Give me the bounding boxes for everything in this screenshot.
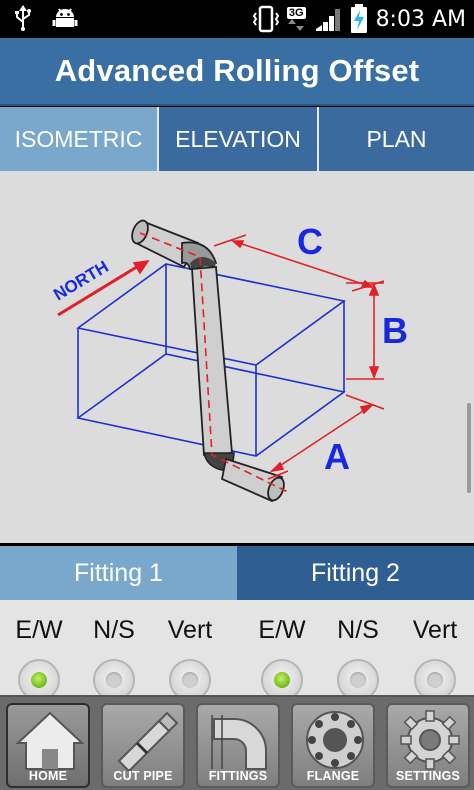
- title-bar: Advanced Rolling Offset: [0, 38, 474, 106]
- home-icon: [15, 711, 85, 770]
- nav-cut-pipe-label: CUT PIPE: [113, 769, 173, 783]
- fitting-1-vert-label: Vert: [167, 616, 213, 644]
- north-label: NORTH: [50, 257, 112, 304]
- radio-indicator: [31, 672, 47, 688]
- tab-isometric[interactable]: ISOMETRIC: [0, 107, 157, 171]
- fitting-1-vert-option: Vert: [151, 600, 229, 701]
- nav-fittings-button[interactable]: FITTINGS: [196, 703, 280, 788]
- direction-selectors: E/W N/S Vert E/W N/S Vert: [0, 600, 474, 701]
- fitting-2-vert-label: Vert: [412, 616, 458, 644]
- nav-flange-label: FLANGE: [306, 769, 360, 783]
- page-title: Advanced Rolling Offset: [54, 53, 420, 88]
- network-type-badge: 3G: [286, 7, 306, 19]
- cut-pipe-icon: [117, 711, 179, 771]
- status-time: 8:03 AM: [375, 6, 466, 32]
- fitting-2-ew-option: E/W: [243, 600, 321, 701]
- pipe: [131, 219, 291, 503]
- fitting-1-ew-label: E/W: [15, 616, 63, 644]
- label-c: C: [297, 221, 323, 262]
- fitting-1-tab[interactable]: Fitting 1: [0, 546, 237, 600]
- battery-charging-icon: [350, 4, 367, 33]
- fitting-2-ns-option: N/S: [319, 600, 397, 701]
- fitting-2-vert-option: Vert: [396, 600, 474, 701]
- rolling-offset-drawing: C B A NORTH: [50, 219, 408, 503]
- fittings-icon: [211, 715, 267, 770]
- flange-icon: [306, 711, 364, 769]
- nav-home-button[interactable]: HOME: [6, 703, 90, 788]
- tab-elevation[interactable]: ELEVATION: [157, 107, 317, 171]
- data-activity-icon: [288, 19, 305, 31]
- gear-icon: [400, 710, 460, 770]
- fitting-1-ns-option: N/S: [75, 600, 153, 701]
- view-tabs: ISOMETRIC ELEVATION PLAN: [0, 107, 474, 171]
- label-b: B: [382, 310, 408, 351]
- radio-indicator: [427, 672, 443, 688]
- fitting-1-ns-label: N/S: [93, 616, 135, 644]
- radio-indicator: [182, 672, 198, 688]
- nav-fittings-label: FITTINGS: [208, 769, 268, 783]
- android-debug-icon: [52, 8, 78, 27]
- nav-home-label: HOME: [28, 769, 68, 783]
- scrollbar-thumb[interactable]: [467, 403, 471, 493]
- nav-settings-label: SETTINGS: [395, 769, 461, 783]
- fitting-1-ew-option: E/W: [0, 600, 78, 701]
- nav-settings-button[interactable]: SETTINGS: [386, 703, 470, 788]
- status-bar: 3G 8:03 AM: [0, 0, 474, 38]
- tab-plan[interactable]: PLAN: [317, 107, 474, 171]
- radio-indicator: [274, 672, 290, 688]
- signal-icon: [315, 9, 340, 31]
- nav-cut-pipe-button[interactable]: CUT PIPE: [101, 703, 185, 788]
- radio-indicator: [350, 672, 366, 688]
- fitting-2-tab[interactable]: Fitting 2: [237, 546, 474, 600]
- nav-flange-button[interactable]: FLANGE: [291, 703, 375, 788]
- fitting-headers: Fitting 1 Fitting 2: [0, 546, 474, 600]
- radio-indicator: [106, 672, 122, 688]
- isometric-diagram: C B A NORTH: [0, 171, 474, 543]
- vibrate-icon: [252, 5, 279, 33]
- fitting-2-ns-label: N/S: [337, 616, 379, 644]
- usb-icon: [15, 5, 31, 31]
- label-a: A: [324, 436, 350, 477]
- bottom-navigation: HOME CUT PIPE FITTINGS FLANGE SETTINGS: [0, 695, 474, 790]
- fitting-2-ew-label: E/W: [258, 616, 306, 644]
